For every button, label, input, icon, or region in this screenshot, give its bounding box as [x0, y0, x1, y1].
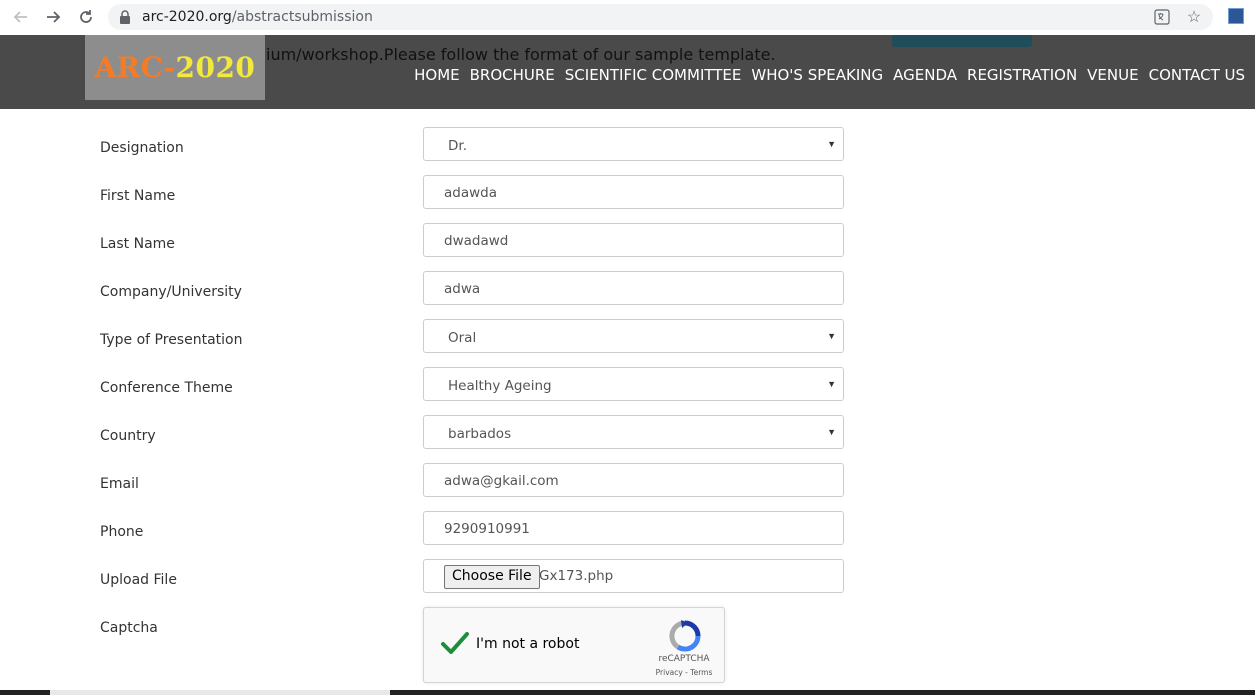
translate-icon[interactable] [1153, 8, 1171, 26]
phone-row: Phone 9290910991 [0, 511, 1255, 559]
email-row: Email adwa@gkail.com [0, 463, 1255, 511]
country-label: Country [100, 428, 156, 444]
upload-label: Upload File [100, 572, 177, 588]
checkmark-icon[interactable] [440, 628, 470, 658]
first-name-input[interactable]: adawda [423, 175, 844, 209]
caret-down-icon: ▼ [827, 139, 836, 149]
presentation-type-label: Type of Presentation [100, 332, 243, 348]
recaptcha-brand-text: reCAPTCHA [658, 654, 710, 664]
back-arrow-icon[interactable] [10, 6, 32, 28]
presentation-type-select[interactable]: Oral ▼ [423, 319, 844, 353]
nav-home[interactable]: HOME [414, 66, 460, 84]
last-name-row: Last Name dwadawd [0, 223, 1255, 271]
extension-icon[interactable] [1228, 8, 1244, 24]
nav-brochure[interactable]: BROCHURE [470, 66, 555, 84]
recaptcha-widget: I'm not a robot reCAPTCHA Privacy - Term… [423, 607, 725, 683]
caret-down-icon: ▼ [827, 379, 836, 389]
reload-icon[interactable] [75, 6, 97, 28]
upload-row: Upload File Choose File Gx173.php [0, 559, 1255, 607]
file-name-text: Gx173.php [539, 568, 614, 584]
address-bar[interactable]: arc-2020.org/abstractsubmission ☆ [108, 4, 1213, 30]
recaptcha-logo-icon [669, 620, 701, 652]
lock-icon [120, 10, 130, 24]
browser-toolbar: arc-2020.org/abstractsubmission ☆ [0, 0, 1255, 35]
header-button[interactable] [892, 35, 1032, 47]
bottom-bar [0, 690, 1255, 695]
site-logo[interactable]: ARC-2020 [85, 35, 265, 100]
last-name-input[interactable]: dwadawd [423, 223, 844, 257]
country-select[interactable]: barbados ▼ [423, 415, 844, 449]
theme-select[interactable]: Healthy Ageing ▼ [423, 367, 844, 401]
email-input[interactable]: adwa@gkail.com [423, 463, 844, 497]
theme-label: Conference Theme [100, 380, 233, 396]
company-label: Company/University [100, 284, 242, 300]
presentation-type-row: Type of Presentation Oral ▼ [0, 319, 1255, 367]
phone-label: Phone [100, 524, 144, 540]
company-row: Company/University adwa [0, 271, 1255, 319]
last-name-label: Last Name [100, 236, 175, 252]
first-name-row: First Name adawda [0, 175, 1255, 223]
country-row: Country barbados ▼ [0, 415, 1255, 463]
phone-input[interactable]: 9290910991 [423, 511, 844, 545]
theme-row: Conference Theme Healthy Ageing ▼ [0, 367, 1255, 415]
nav-agenda[interactable]: AGENDA [893, 66, 957, 84]
nav-venue[interactable]: VENUE [1087, 66, 1138, 84]
nav-registration[interactable]: REGISTRATION [967, 66, 1077, 84]
designation-select[interactable]: Dr. ▼ [423, 127, 844, 161]
nav-scientific-committee[interactable]: SCIENTIFIC COMMITTEE [565, 66, 742, 84]
header-instructions-text: ium/workshop.Please follow the format of… [266, 45, 776, 64]
captcha-label: Captcha [100, 620, 158, 636]
not-a-robot-text: I'm not a robot [476, 636, 580, 652]
caret-down-icon: ▼ [827, 427, 836, 437]
forward-arrow-icon[interactable] [42, 6, 64, 28]
nav-contact-us[interactable]: CONTACT US [1149, 66, 1245, 84]
first-name-label: First Name [100, 188, 176, 204]
file-upload-field: Choose File Gx173.php [423, 559, 844, 593]
designation-label: Designation [100, 140, 184, 156]
email-label: Email [100, 476, 139, 492]
recaptcha-links[interactable]: Privacy - Terms [652, 668, 716, 677]
designation-row: Designation Dr. ▼ [0, 127, 1255, 175]
choose-file-button[interactable]: Choose File [444, 565, 540, 589]
site-header: ium/workshop.Please follow the format of… [0, 35, 1255, 109]
nav-whos-speaking[interactable]: WHO'S SPEAKING [751, 66, 883, 84]
bookmark-star-icon[interactable]: ☆ [1185, 8, 1203, 26]
main-nav: HOME BROCHURE SCIENTIFIC COMMITTEE WHO'S… [404, 66, 1245, 84]
caret-down-icon: ▼ [827, 331, 836, 341]
url-text: arc-2020.org/abstractsubmission [142, 9, 373, 25]
company-input[interactable]: adwa [423, 271, 844, 305]
